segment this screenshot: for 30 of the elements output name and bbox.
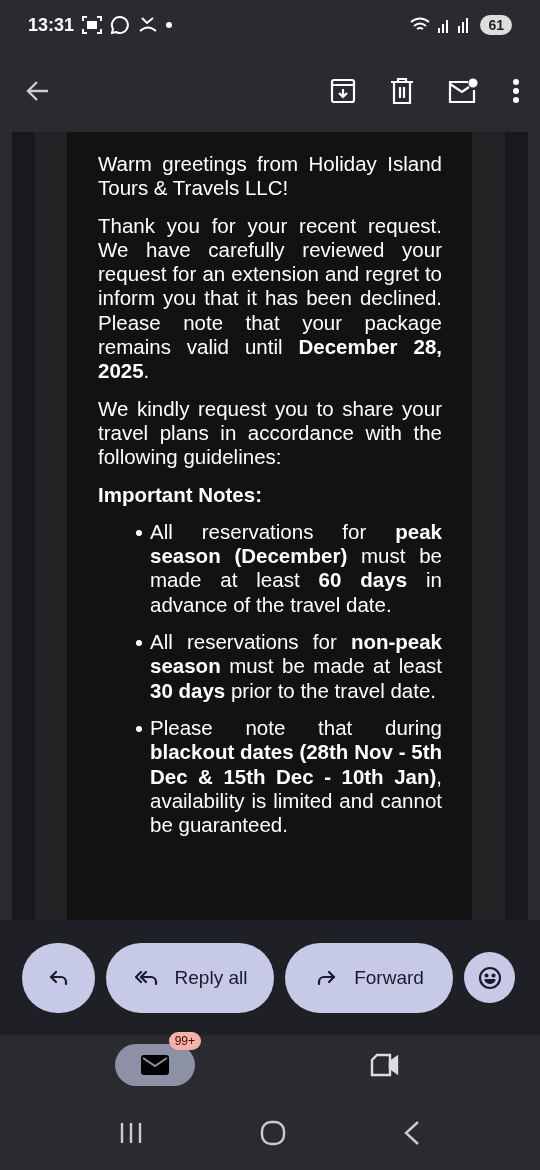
more-button[interactable] <box>512 78 520 104</box>
forward-button[interactable]: Forward <box>285 942 453 1013</box>
unread-badge: 99+ <box>168 1032 201 1050</box>
mail-icon <box>140 1053 170 1077</box>
battery-level: 61 <box>480 15 512 35</box>
reply-all-button[interactable]: Reply all <box>106 942 274 1013</box>
note-text: All reservations for peak season (December) must be made at least 60 days in advance of the travel date. <box>150 519 442 618</box>
notes-heading: Important Notes: <box>98 482 263 507</box>
bullet-icon <box>136 529 142 536</box>
video-camera-icon <box>370 1053 400 1077</box>
note-text: All reservations for non-peak season must be made at least 30 days prior to the travel date. <box>150 630 442 703</box>
smiley-icon <box>476 964 503 991</box>
home-button[interactable] <box>260 1119 286 1146</box>
dot-icon <box>166 22 173 28</box>
note-text: Please note that during blackout dates (28th Nov - 5th Dec & 15th Dec - 10th Jan), availability is limited and cannot be guaranteed. <box>150 715 442 838</box>
mark-unread-button[interactable] <box>448 78 478 104</box>
email-paragraph: Warm greetings from Holiday Island Tours & Travels LLC! <box>98 152 442 201</box>
archive-button[interactable] <box>330 78 356 104</box>
status-time: 13:31 <box>28 14 75 36</box>
recents-button[interactable] <box>118 1121 143 1144</box>
email-paragraph: We kindly request you to share your travel plans in accordance with the following guidelines: <box>98 396 442 470</box>
email-paragraph: Thank you for your recent request. We have carefully reviewed your request for an extension and regret to inform you that it has been declined. Please note that your package remains valid until December 28, 2025. <box>98 213 442 384</box>
emoji-button[interactable] <box>464 952 515 1003</box>
mail-tab[interactable] <box>115 1044 195 1086</box>
bullet-icon <box>136 640 142 647</box>
screenshot-icon <box>82 16 103 34</box>
chat-icon <box>110 15 131 35</box>
delete-button[interactable] <box>390 78 414 104</box>
bullet-icon <box>136 725 142 732</box>
wifi-icon <box>410 17 431 33</box>
